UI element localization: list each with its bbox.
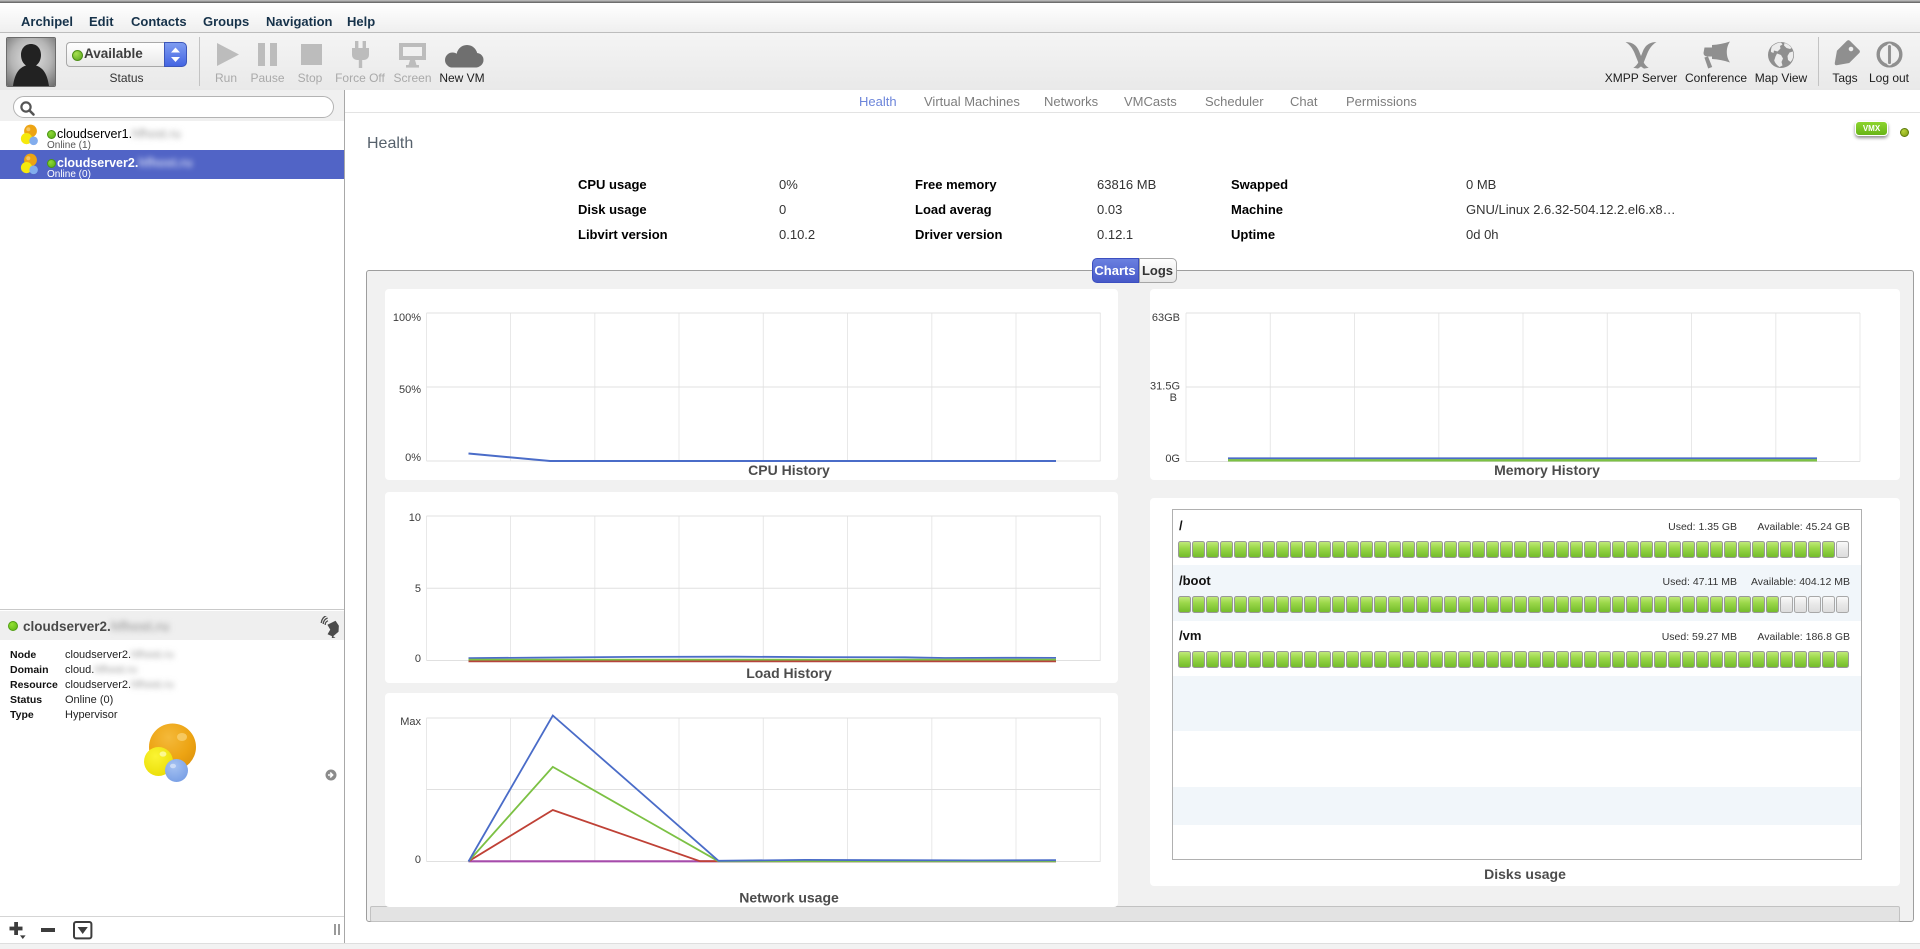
svg-text:10: 10 <box>408 512 420 524</box>
svg-text:Max: Max <box>400 716 421 728</box>
svg-text:Network usage: Network usage <box>739 889 839 905</box>
svg-text:0G: 0G <box>1165 453 1180 465</box>
svg-text:0: 0 <box>414 653 420 665</box>
svg-text:CPU History: CPU History <box>748 462 830 478</box>
svg-text:0: 0 <box>414 854 420 866</box>
svg-text:B: B <box>1170 392 1177 404</box>
svg-text:63GB: 63GB <box>1152 312 1180 324</box>
svg-text:5: 5 <box>414 583 420 595</box>
svg-text:31.5G: 31.5G <box>1150 381 1180 393</box>
svg-text:0%: 0% <box>405 452 421 464</box>
svg-text:Load History: Load History <box>746 665 832 681</box>
svg-text:100%: 100% <box>392 312 420 324</box>
svg-text:Memory History: Memory History <box>1494 462 1600 478</box>
svg-text:50%: 50% <box>398 384 420 396</box>
